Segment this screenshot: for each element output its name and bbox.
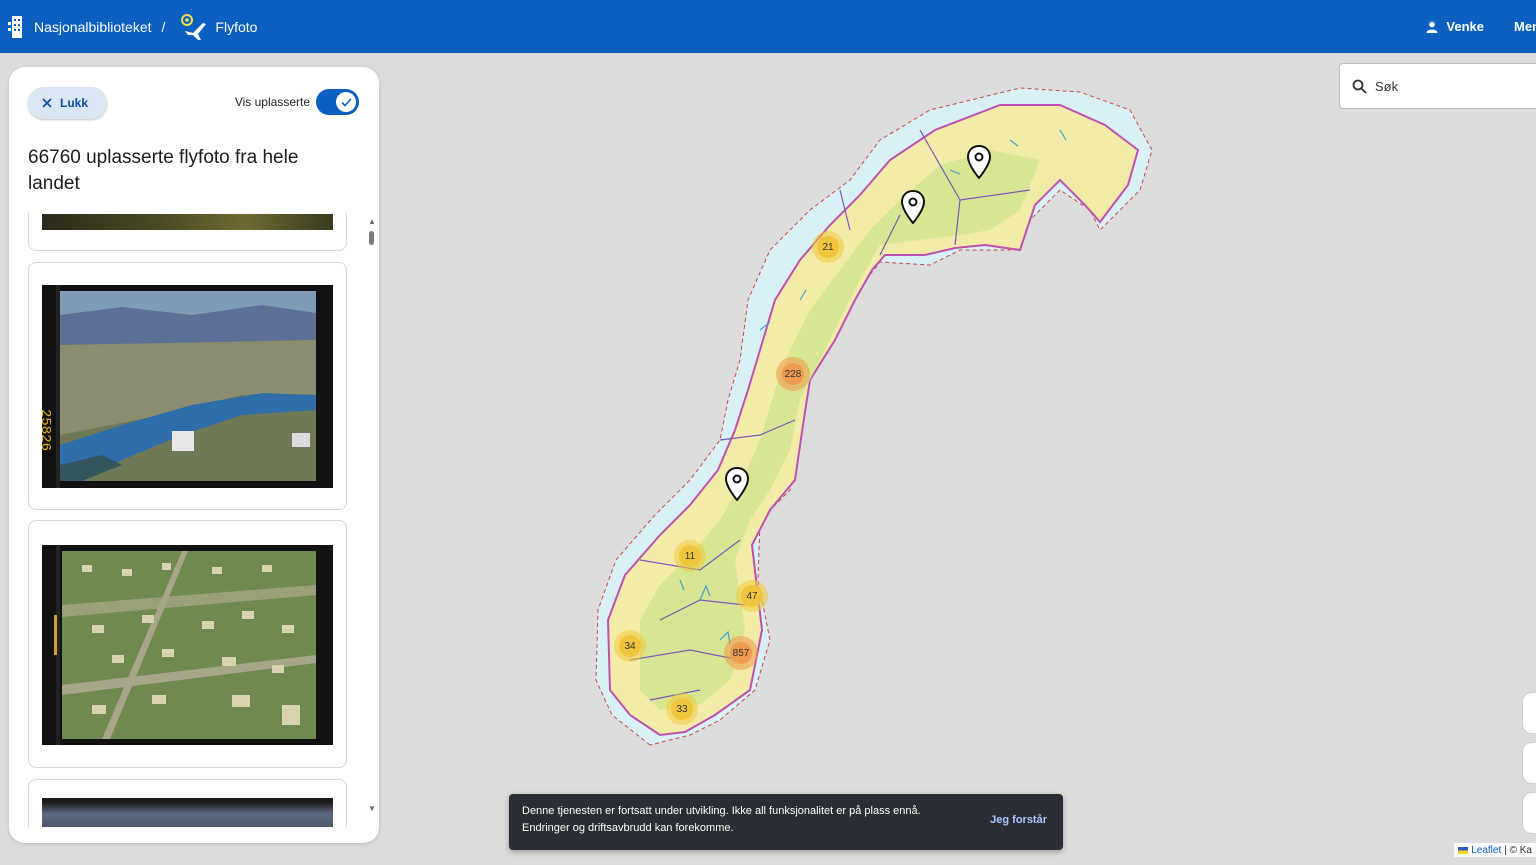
cluster-marker[interactable]: 47 xyxy=(736,580,768,612)
map-control-button[interactable] xyxy=(1522,792,1536,834)
cluster-marker[interactable]: 857 xyxy=(724,636,758,670)
search-input[interactable] xyxy=(1375,78,1515,94)
map-control-button[interactable] xyxy=(1522,742,1536,784)
photo-list[interactable]: 25826 xyxy=(9,213,379,827)
breadcrumb-current-app[interactable]: Flyfoto xyxy=(215,19,257,35)
toggle-knob xyxy=(336,92,356,112)
map-pin-icon[interactable] xyxy=(967,145,991,179)
toggle-label: Vis uplasserte xyxy=(234,95,310,109)
cluster-marker[interactable]: 33 xyxy=(666,693,698,725)
snackbar-message: Denne tjenesten er fortsatt under utvikl… xyxy=(522,805,921,834)
close-icon xyxy=(42,98,52,108)
show-unplaced-toggle[interactable] xyxy=(316,89,359,115)
residential-photo-image xyxy=(42,545,333,745)
search-icon xyxy=(1352,79,1367,94)
search-box[interactable] xyxy=(1339,63,1536,109)
photo-card[interactable] xyxy=(28,520,347,768)
user-menu-button[interactable]: Venke xyxy=(1426,19,1484,34)
menu-label: Meny xyxy=(1514,19,1536,34)
breadcrumb: Nasjonalbiblioteket / Flyfoto xyxy=(8,13,257,41)
scrollbar-thumb[interactable] xyxy=(369,231,374,245)
close-label: Lukk xyxy=(60,96,89,110)
aerial-photo xyxy=(42,798,333,827)
map-attribution: Leaflet | © Ka xyxy=(1454,843,1536,857)
cluster-marker[interactable]: 21 xyxy=(812,231,844,263)
map-pin-icon[interactable] xyxy=(725,467,749,501)
fjord-photo-image: 25826 xyxy=(42,285,333,488)
main-menu-button[interactable]: Meny xyxy=(1506,19,1536,34)
close-panel-button[interactable]: Lukk xyxy=(28,87,107,119)
cluster-marker[interactable]: 34 xyxy=(614,630,646,662)
nasjonalbiblioteket-logo-icon[interactable] xyxy=(8,14,26,40)
top-app-bar: Nasjonalbiblioteket / Flyfoto Venke Meny xyxy=(0,0,1536,53)
cluster-marker[interactable]: 228 xyxy=(776,357,810,391)
panel-title: 66760 uplasserte flyfoto fra hele landet xyxy=(28,147,299,194)
breadcrumb-separator: / xyxy=(161,18,166,35)
cluster-marker[interactable]: 11 xyxy=(674,540,706,572)
photo-card[interactable] xyxy=(28,779,347,827)
ukraine-flag-icon xyxy=(1458,846,1469,854)
map-control-button[interactable] xyxy=(1522,692,1536,734)
map-pin-icon[interactable] xyxy=(901,190,925,224)
attribution-text: | © Ka xyxy=(1504,844,1532,856)
user-icon xyxy=(1426,21,1438,33)
photo-card[interactable] xyxy=(28,213,347,251)
aerial-photo xyxy=(42,214,333,230)
breadcrumb-home-link[interactable]: Nasjonalbiblioteket xyxy=(34,19,152,35)
scroll-up-arrow-icon[interactable]: ▲ xyxy=(368,217,376,226)
development-notice-snackbar: Denne tjenesten er fortsatt under utvikl… xyxy=(509,794,1063,850)
flyfoto-logo-icon xyxy=(181,13,207,40)
aerial-photo: 25826 xyxy=(42,285,333,488)
photo-card[interactable]: 25826 xyxy=(28,262,347,510)
photo-list-scrollbar[interactable]: ▲ ▼ xyxy=(367,217,377,827)
show-unplaced-toggle-group: Vis uplasserte xyxy=(235,89,359,115)
acknowledge-button[interactable]: Jeg forstår xyxy=(990,814,1047,826)
aerial-photo xyxy=(42,545,333,745)
unplaced-photos-panel: Lukk Vis uplasserte 66760 uplasserte fly… xyxy=(9,67,379,843)
svg-text:25826: 25826 xyxy=(42,409,53,451)
leaflet-link[interactable]: Leaflet xyxy=(1471,845,1501,856)
scroll-down-arrow-icon[interactable]: ▼ xyxy=(368,804,376,813)
check-icon xyxy=(340,97,352,107)
user-name: Venke xyxy=(1446,19,1484,34)
